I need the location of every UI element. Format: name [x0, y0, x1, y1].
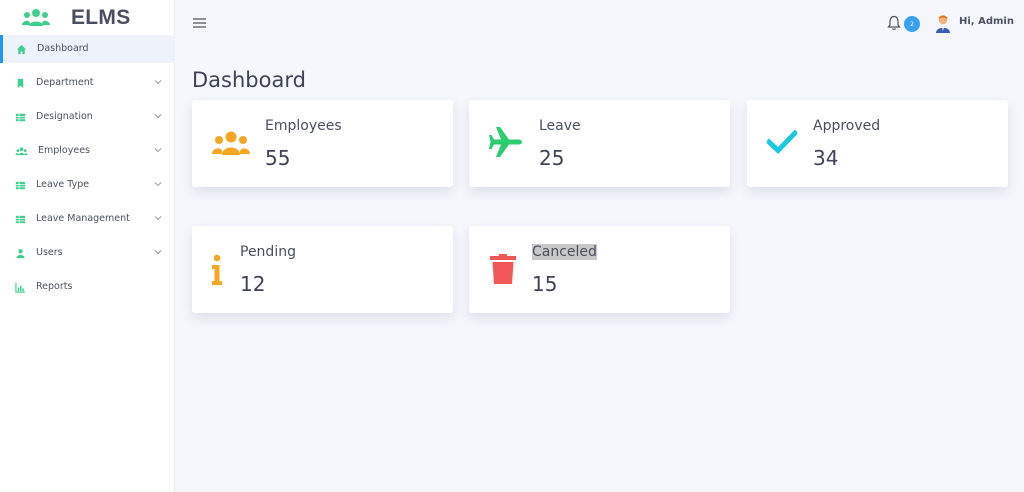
users-icon [15, 147, 28, 156]
card-value: 34 [813, 146, 839, 170]
chevron-down-icon [154, 216, 162, 221]
chevron-down-icon [154, 80, 162, 85]
stat-card-employees[interactable]: Employees 55 [192, 100, 453, 187]
sidebar: ELMS Dashboard Department Designation Em… [0, 0, 175, 492]
card-value: 12 [240, 272, 266, 296]
sidebar-item-label: Designation [36, 111, 93, 122]
table-icon [15, 181, 26, 190]
app-title: ELMS [71, 6, 131, 29]
chevron-down-icon [154, 250, 162, 255]
avatar[interactable] [935, 13, 951, 33]
brand[interactable]: ELMS [0, 0, 174, 36]
sidebar-item-label: Department [36, 77, 94, 88]
card-label: Employees [265, 118, 342, 134]
chevron-down-icon [154, 148, 162, 153]
trash-icon [490, 254, 516, 284]
sidebar-item-reports[interactable]: Reports [0, 273, 175, 301]
table-icon [15, 113, 26, 122]
stat-card-approved[interactable]: Approved 34 [747, 100, 1008, 187]
card-value: 15 [532, 272, 558, 296]
users-icon [22, 9, 50, 26]
sidebar-item-label: Employees [38, 145, 90, 156]
stat-card-canceled[interactable]: Canceled 15 [469, 226, 730, 313]
sidebar-item-label: Users [36, 247, 63, 258]
user-icon [16, 249, 25, 259]
sidebar-item-users[interactable]: Users [0, 239, 175, 267]
bookmark-icon [17, 78, 24, 89]
stat-card-pending[interactable]: Pending 12 [192, 226, 453, 313]
sidebar-item-label: Reports [36, 281, 73, 292]
card-label: Pending [240, 244, 296, 260]
sidebar-item-dashboard[interactable]: Dashboard [0, 35, 175, 63]
table-icon [15, 215, 26, 224]
sidebar-item-department[interactable]: Department [0, 69, 175, 97]
chevron-down-icon [154, 182, 162, 187]
card-label: Approved [813, 118, 881, 134]
users-icon [212, 131, 250, 155]
card-label: Leave [539, 118, 581, 134]
sidebar-item-label: Leave Type [36, 179, 90, 190]
sidebar-item-designation[interactable]: Designation [0, 103, 175, 131]
page-title: Dashboard [192, 68, 306, 92]
chart-icon [15, 282, 26, 293]
check-icon [767, 130, 797, 154]
user-greeting[interactable]: Hi, Admin [959, 16, 1014, 27]
menu-icon[interactable] [193, 17, 206, 29]
bell-icon[interactable] [887, 15, 901, 31]
card-value: 55 [265, 146, 291, 170]
card-label: Canceled [532, 244, 597, 260]
sidebar-item-employees[interactable]: Employees [0, 137, 175, 165]
sidebar-item-label: Dashboard [37, 43, 89, 54]
plane-icon [489, 127, 522, 157]
sidebar-item-leave-management[interactable]: Leave Management [0, 205, 175, 233]
top-bar: 2 Hi, Admin [176, 0, 1024, 46]
sidebar-item-label: Leave Management [36, 213, 130, 224]
notification-badge[interactable]: 2 [904, 16, 920, 32]
stat-card-leave[interactable]: Leave 25 [469, 100, 730, 187]
chevron-down-icon [154, 114, 162, 119]
home-icon [16, 44, 27, 55]
sidebar-item-leave-type[interactable]: Leave Type [0, 171, 175, 199]
info-icon [212, 254, 222, 285]
card-value: 25 [539, 146, 565, 170]
